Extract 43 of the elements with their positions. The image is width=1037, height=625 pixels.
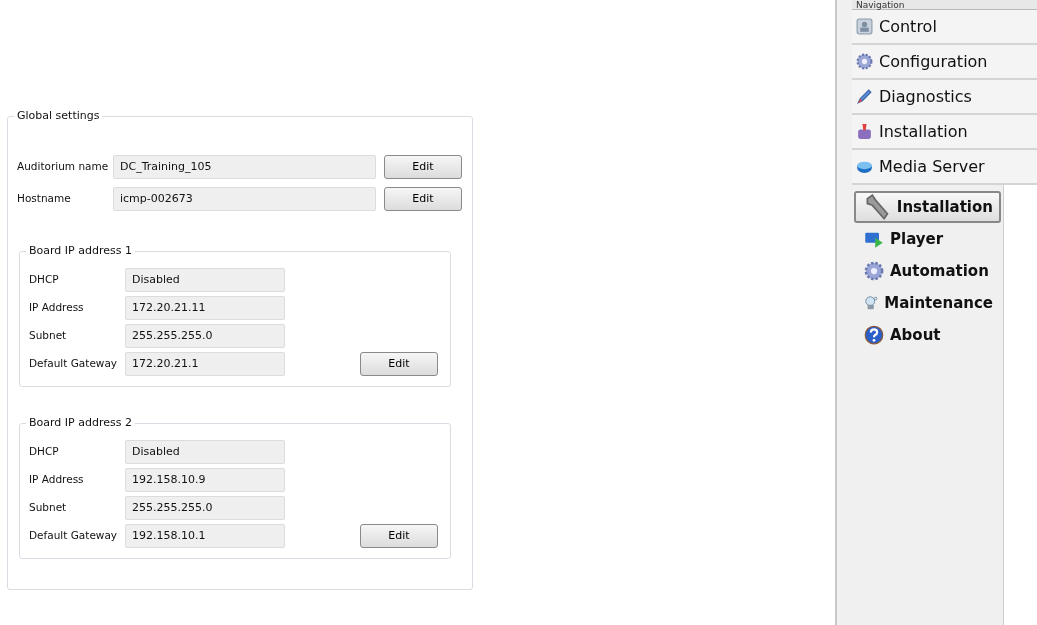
wrench-icon [864, 193, 891, 221]
field-label: IP Address [29, 472, 85, 488]
edit-button[interactable]: Edit [384, 187, 462, 211]
text-field[interactable]: 255.255.255.0 [125, 496, 285, 520]
user-icon [856, 18, 873, 35]
field-label: Auditorium name [17, 159, 110, 175]
field-label: Default Gateway [29, 528, 119, 544]
field-label: Subnet [29, 500, 68, 516]
field-label: DHCP [29, 272, 60, 288]
field-label: IP Address [29, 300, 85, 316]
text-field[interactable]: 172.20.21.1 [125, 352, 285, 376]
nav-section[interactable]: Media Server [852, 150, 1037, 185]
field-label: Hostname [17, 191, 72, 207]
nav-item[interactable]: Player [854, 223, 1001, 255]
field-label: DHCP [29, 444, 60, 460]
nav-item[interactable]: About [854, 319, 1001, 351]
pencil-icon [856, 88, 873, 105]
text-field[interactable]: 192.158.10.1 [125, 524, 285, 548]
nav-item[interactable]: Installation [854, 191, 1001, 223]
package-icon [856, 123, 873, 140]
text-field[interactable]: 192.158.10.9 [125, 468, 285, 492]
text-field[interactable]: Disabled [125, 440, 285, 464]
nav-section[interactable]: Control [852, 10, 1037, 45]
text-field[interactable]: 255.255.255.0 [125, 324, 285, 348]
text-field[interactable]: 172.20.21.11 [125, 296, 285, 320]
help-icon [864, 325, 884, 345]
nav-section[interactable]: Diagnostics [852, 80, 1037, 115]
panel-header: Navigation [852, 0, 1037, 10]
text-field[interactable]: DC_Training_105 [113, 155, 376, 179]
gear-icon [864, 261, 884, 281]
edit-button[interactable]: Edit [384, 155, 462, 179]
gear-icon [856, 53, 873, 70]
edit-button[interactable]: Edit [360, 352, 438, 376]
field-label: Default Gateway [29, 356, 119, 372]
nav-section[interactable]: Installation [852, 115, 1037, 150]
nav-section[interactable]: Configuration [852, 45, 1037, 80]
panel-title: Global settings [14, 109, 103, 123]
edit-button[interactable]: Edit [360, 524, 438, 548]
text-field[interactable]: Disabled [125, 268, 285, 292]
nav-item[interactable]: Automation [854, 255, 1001, 287]
text-field[interactable]: icmp-002673 [113, 187, 376, 211]
field-label: Subnet [29, 328, 68, 344]
nav-item[interactable]: Maintenance [854, 287, 1001, 319]
